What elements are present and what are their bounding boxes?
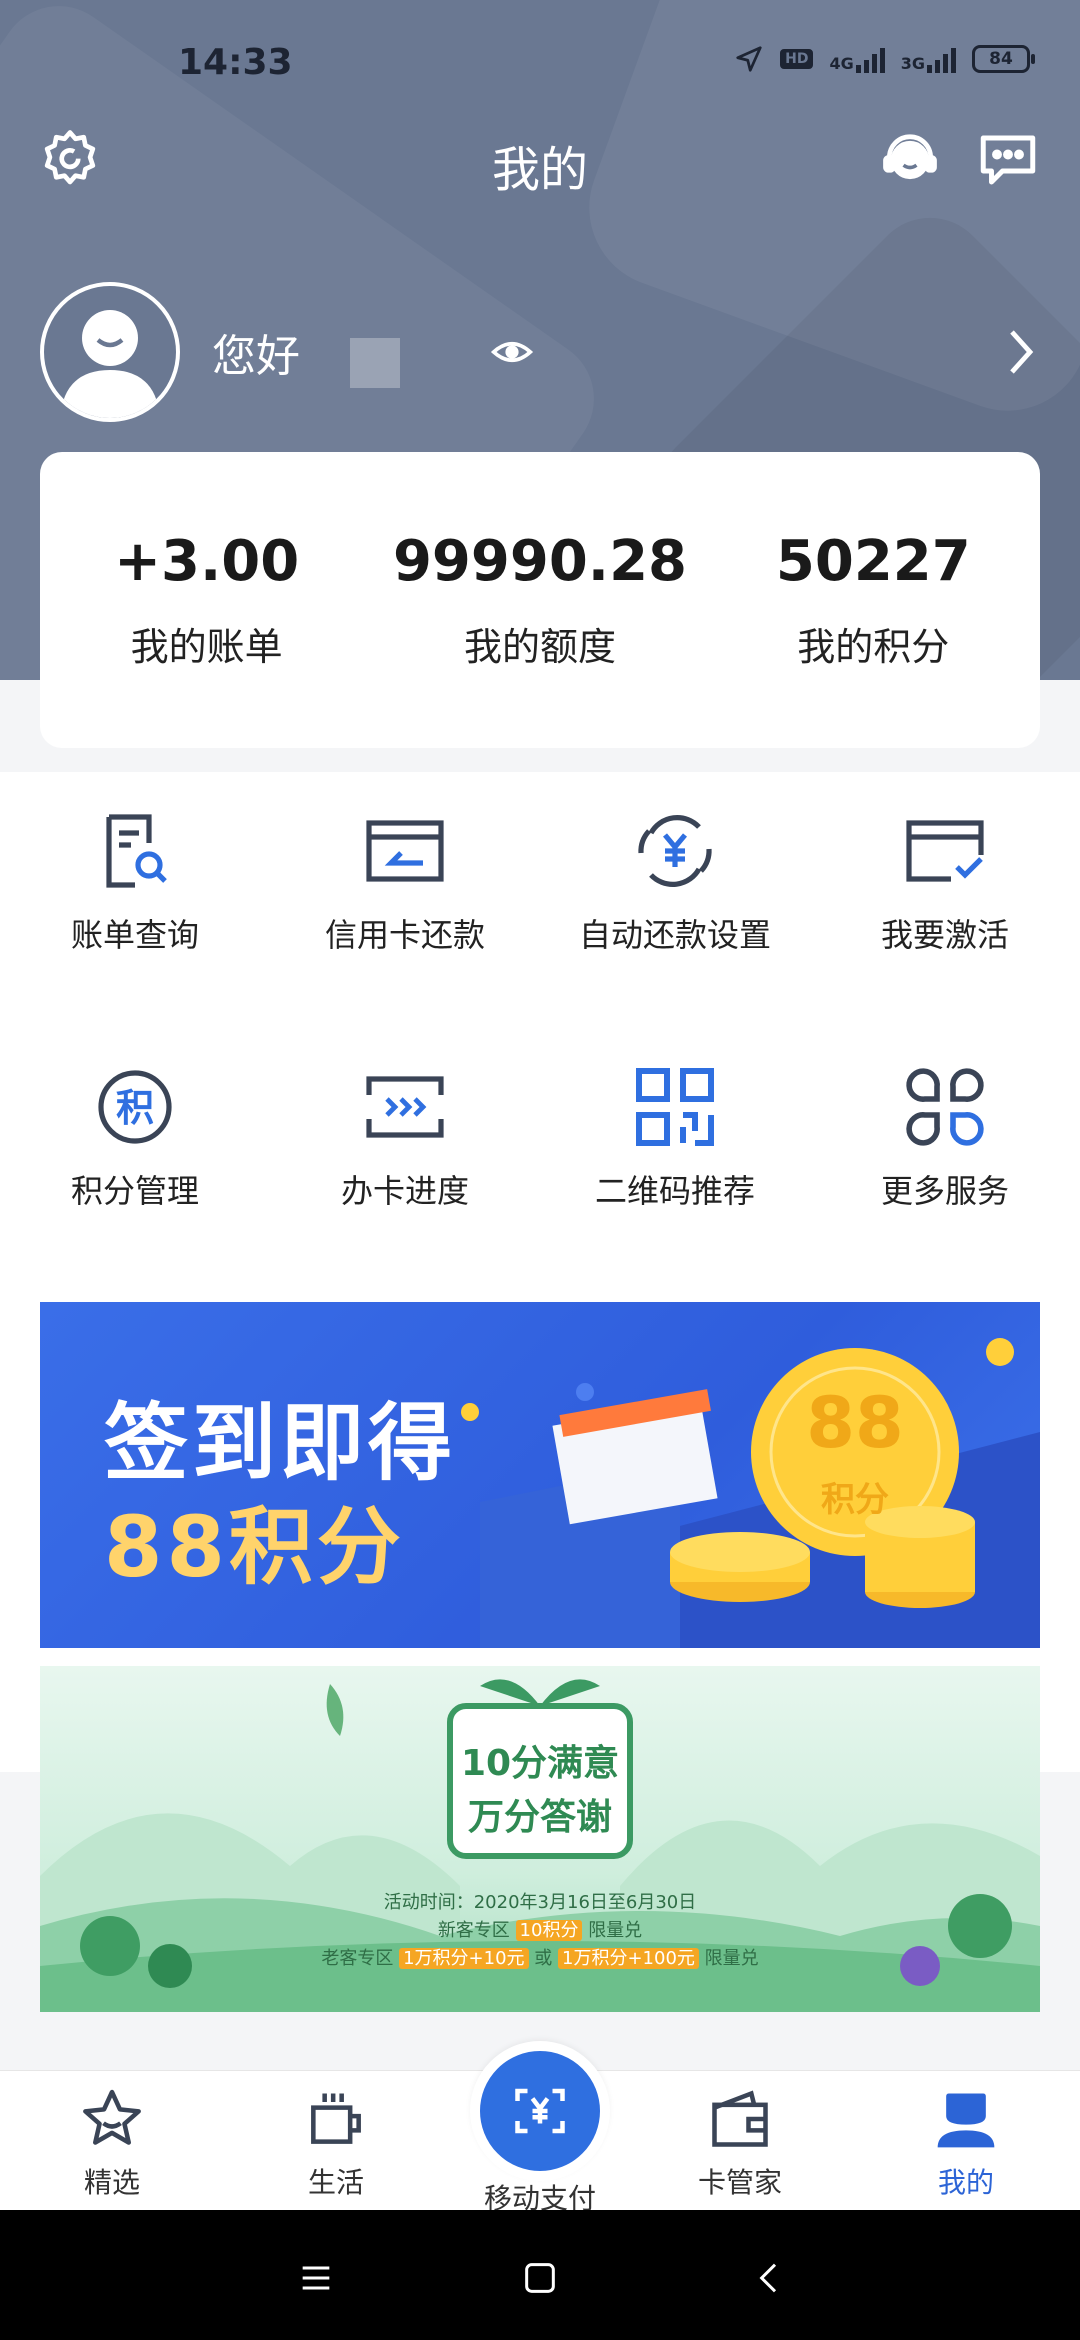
summary-limit[interactable]: 99990.28 我的额度	[390, 529, 690, 671]
top-bar: 我的	[0, 120, 1080, 210]
scan-pay-icon	[515, 2088, 565, 2134]
battery-icon: 84	[972, 45, 1035, 73]
bill-search-icon	[106, 814, 167, 888]
eye-icon[interactable]	[490, 330, 534, 378]
card-progress-icon	[366, 1076, 444, 1138]
location-icon	[736, 46, 762, 72]
points-manage-icon: 积	[98, 1070, 172, 1144]
card-repay-icon	[366, 820, 444, 882]
banner2-logo-line1: 10分满意	[460, 1743, 620, 1784]
menu-icon[interactable]	[286, 2248, 346, 2308]
status-bar: 14:33 HD 4G 3G 84	[0, 0, 1080, 130]
activate-card-icon	[906, 820, 984, 882]
banner1-coin-label: 积分	[821, 1480, 889, 1520]
bill-amount: +3.00	[114, 529, 300, 594]
banner2-activity-time: 活动时间：2020年3月16日至6月30日	[383, 1892, 697, 1913]
system-navigation-bar	[0, 2210, 1080, 2340]
service-card-progress[interactable]: 办卡进度	[270, 1062, 540, 1212]
summary-bill[interactable]: +3.00 我的账单	[57, 529, 357, 671]
signal-4g-icon: 4G	[829, 45, 885, 73]
banner2-logo-line2: 万分答谢	[467, 1797, 612, 1838]
banner1-title-line1: 签到即得	[104, 1394, 457, 1492]
tab-mobile-pay[interactable]: 移动支付	[460, 2041, 620, 2217]
points-label: 我的积分	[797, 625, 950, 669]
auto-repay-icon	[638, 815, 712, 887]
service-qr-recommend[interactable]: 二维码推荐	[540, 1062, 810, 1212]
banner2-new-customer: 新客专区 10积分 限量兑	[437, 1920, 643, 1941]
points-amount: 50227	[775, 529, 971, 594]
summary-points[interactable]: 50227 我的积分	[723, 529, 1023, 671]
qr-code-icon	[636, 1068, 714, 1146]
tab-mine[interactable]: 我的	[886, 2085, 1046, 2201]
service-bill-query[interactable]: 账单查询	[0, 806, 270, 956]
satisfaction-thanks-banner[interactable]: 10分满意 万分答谢 活动时间：2020年3月16日至6月30日 新客专区 10…	[40, 1666, 1040, 2012]
hd-badge: HD	[780, 49, 814, 69]
service-card-repay[interactable]: 信用卡还款	[270, 806, 540, 956]
more-services-icon	[906, 1068, 984, 1146]
service-more[interactable]: 更多服务	[810, 1062, 1080, 1212]
bill-label: 我的账单	[130, 625, 283, 669]
banner1-title-line2: 88积分	[104, 1498, 405, 1596]
banner2-old-customer: 老客专区 1万积分+10元 或 1万积分+100元 限量兑	[321, 1948, 759, 1969]
banner1-coin-number: 88	[806, 1382, 904, 1464]
limit-label: 我的额度	[463, 625, 616, 669]
avatar[interactable]	[40, 282, 180, 422]
cup-icon	[311, 2093, 361, 2144]
star-icon	[83, 2089, 141, 2145]
profile-row[interactable]: 您好	[40, 282, 1040, 422]
tab-card-manager[interactable]: 卡管家	[660, 2085, 820, 2201]
scan-pay-button[interactable]	[470, 2041, 610, 2181]
checkin-points-banner[interactable]: 88 积分 签到即得 88积分	[40, 1302, 1040, 1648]
bottom-tab-bar: 精选 生活 移动支付 卡管家 我的	[0, 2041, 1080, 2215]
masked-username	[350, 338, 400, 388]
customer-service-icon[interactable]	[870, 120, 950, 200]
wallet-icon	[712, 2090, 768, 2147]
tab-life[interactable]: 生活	[256, 2085, 416, 2201]
service-points-manage[interactable]: 积 积分管理	[0, 1062, 270, 1212]
service-activate[interactable]: 我要激活	[810, 806, 1080, 956]
account-summary-card: +3.00 我的账单 99990.28 我的额度 50227 我的积分	[40, 452, 1040, 748]
message-icon[interactable]	[968, 120, 1048, 200]
status-time: 14:33	[178, 42, 293, 83]
signal-3g-icon: 3G	[901, 45, 956, 73]
back-icon[interactable]	[740, 2248, 800, 2308]
greeting-text: 您好	[212, 331, 300, 382]
svg-text:积: 积	[116, 1086, 154, 1130]
user-icon	[937, 2093, 995, 2148]
status-icons: HD 4G 3G 84	[734, 44, 1035, 74]
service-auto-repay[interactable]: 自动还款设置	[540, 806, 810, 956]
limit-amount: 99990.28	[392, 529, 687, 594]
tab-featured[interactable]: 精选	[32, 2085, 192, 2201]
chevron-right-icon[interactable]	[1000, 324, 1040, 384]
home-icon[interactable]	[510, 2248, 570, 2308]
